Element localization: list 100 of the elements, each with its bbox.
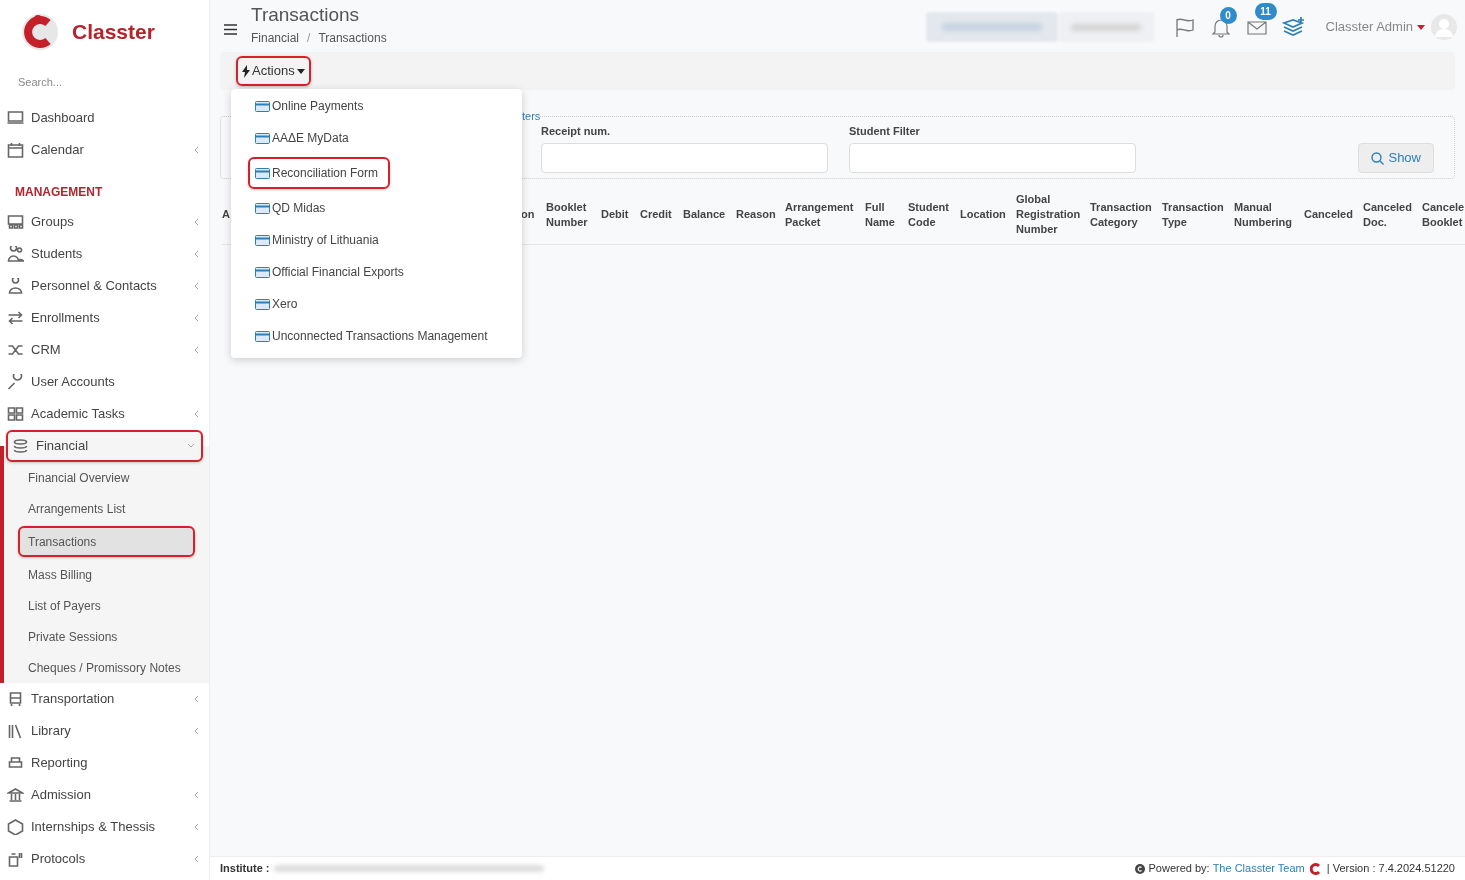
menu-item-icon xyxy=(7,278,24,294)
credit-card-icon xyxy=(255,234,270,246)
lightning-icon xyxy=(242,64,250,78)
page-title: Transactions xyxy=(251,3,361,27)
column-header[interactable]: Credit xyxy=(640,207,683,222)
menu-item[interactable]: Reconciliation Form xyxy=(248,157,391,189)
menu-item[interactable]: QD Midas xyxy=(231,192,522,224)
menu-item-icon xyxy=(7,342,24,358)
logo-icon xyxy=(20,11,60,53)
flag-icon[interactable] xyxy=(1173,16,1196,38)
brand-name: Classter xyxy=(72,19,155,46)
column-header[interactable]: Reason xyxy=(736,207,785,222)
column-header[interactable]: Manual Numbering xyxy=(1234,199,1304,230)
input-field[interactable] xyxy=(849,143,1136,173)
sidebar-item[interactable]: Reporting xyxy=(0,747,209,779)
sidebar-item[interactable]: Personnel & Contacts xyxy=(0,270,209,302)
column-header[interactable]: Full Name xyxy=(865,199,908,230)
submenu-item[interactable]: Mass Billing xyxy=(4,559,209,590)
menu-item-icon xyxy=(7,755,24,771)
layers-add-icon[interactable] xyxy=(1281,16,1306,38)
notification-badge: 0 xyxy=(1219,7,1237,24)
menu-item[interactable]: Ministry of Lithuania xyxy=(231,224,522,256)
column-header[interactable]: Canceled xyxy=(1304,207,1363,222)
submenu-item[interactable]: List of Payers xyxy=(4,590,209,621)
menu-item-icon xyxy=(7,406,24,422)
sidebar-item[interactable]: Enrollments xyxy=(0,302,209,334)
column-header[interactable]: Transaction Type xyxy=(1162,199,1234,230)
search-field[interactable]: Search... xyxy=(18,68,188,96)
menu-item-icon xyxy=(7,374,24,390)
credit-card-icon xyxy=(255,132,270,144)
column-header[interactable]: Student Code xyxy=(908,199,960,230)
team-link[interactable]: The Classter Team xyxy=(1212,860,1305,877)
column-header[interactable]: Debit xyxy=(601,207,640,222)
menu-icon[interactable] xyxy=(224,24,237,35)
logo-icon xyxy=(1309,862,1322,875)
column-header[interactable]: on xyxy=(521,207,546,222)
sidebar-item[interactable]: Dashboard xyxy=(0,102,209,134)
sidebar-item[interactable]: Students xyxy=(0,238,209,270)
submenu-item[interactable]: Cheques / Promissory Notes xyxy=(4,652,209,683)
menu-item-icon xyxy=(7,691,24,707)
sidebar-item[interactable]: User Accounts xyxy=(0,366,209,398)
actions-button[interactable]: Actions xyxy=(236,56,311,86)
menu-item-icon xyxy=(7,723,24,739)
show-button[interactable]: Show xyxy=(1358,143,1434,173)
breadcrumb-item: Transactions xyxy=(318,30,387,47)
column-header[interactable]: Global Registration Number xyxy=(1016,192,1090,237)
credit-card-icon xyxy=(255,202,270,214)
credit-card-icon xyxy=(255,298,270,310)
sidebar-item[interactable]: Library xyxy=(0,715,209,747)
submenu-item[interactable]: Transactions xyxy=(18,526,195,557)
column-header[interactable]: Balance xyxy=(683,207,736,222)
field-label: Receipt num. xyxy=(541,123,612,139)
sidebar-item[interactable]: Transportation xyxy=(0,683,209,715)
credit-card-icon xyxy=(255,100,270,112)
column-header[interactable]: Cancele Booklet xyxy=(1422,199,1465,230)
credit-card-icon xyxy=(255,167,270,179)
menu-item[interactable]: Unconnected Transactions Management xyxy=(231,320,522,352)
version-label: | Version : 7.4.2024.51220 xyxy=(1326,861,1455,877)
breadcrumb-separator: / xyxy=(307,30,311,47)
caret-icon xyxy=(296,68,305,74)
caret-icon[interactable] xyxy=(1417,24,1425,30)
menu-item[interactable]: ΑΑΔΕ MyData xyxy=(231,122,522,154)
column-header[interactable]: Booklet Number xyxy=(546,199,601,230)
credit-card-icon xyxy=(255,330,270,342)
sidebar-item[interactable]: Internships & Thessis xyxy=(0,811,209,843)
column-header[interactable]: Transaction Category xyxy=(1090,199,1162,230)
credit-card-icon xyxy=(255,266,270,278)
column-header[interactable]: Canceled Doc. xyxy=(1363,199,1422,230)
submenu-item[interactable]: Private Sessions xyxy=(4,621,209,652)
sidebar-item[interactable]: Protocols xyxy=(0,843,209,875)
menu-item-icon xyxy=(7,851,24,867)
menu-item-icon xyxy=(7,214,24,230)
menu-item-icon xyxy=(7,110,24,126)
column-header[interactable]: Location xyxy=(960,207,1016,222)
submenu-item[interactable]: Financial Overview xyxy=(4,462,209,493)
sidebar-item[interactable]: Academic Tasks xyxy=(0,398,209,430)
powered-by-label: Powered by: xyxy=(1148,861,1210,877)
sidebar-item[interactable]: Admission xyxy=(0,779,209,811)
submenu-item[interactable]: Arrangements List xyxy=(4,493,209,524)
menu-item[interactable]: Online Payments xyxy=(231,90,522,122)
copyright-icon xyxy=(1135,863,1146,874)
input-field[interactable] xyxy=(541,143,828,173)
menu-item-icon xyxy=(7,787,24,803)
sidebar-item[interactable]: Groups xyxy=(0,206,209,238)
sidebar-item[interactable]: Financial xyxy=(6,430,203,462)
field-label: Student Filter xyxy=(849,123,921,139)
menu-item-icon xyxy=(12,438,29,454)
sidebar-item[interactable]: CRM xyxy=(0,334,209,366)
menu-item[interactable]: Xero xyxy=(231,288,522,320)
menu-item-icon xyxy=(7,142,24,158)
breadcrumb-link[interactable]: Financial xyxy=(251,29,300,47)
menu-item-icon xyxy=(7,819,24,835)
sidebar-item[interactable]: Calendar xyxy=(0,134,209,166)
column-header[interactable]: Arrangement Packet xyxy=(785,199,865,230)
menu-item[interactable]: Official Financial Exports xyxy=(231,256,522,288)
institute-label: Institute : xyxy=(220,861,270,877)
search-icon xyxy=(1371,151,1385,165)
menu-item-icon xyxy=(7,246,24,262)
menu-item-icon xyxy=(7,310,24,326)
message-badge: 11 xyxy=(1254,3,1277,20)
